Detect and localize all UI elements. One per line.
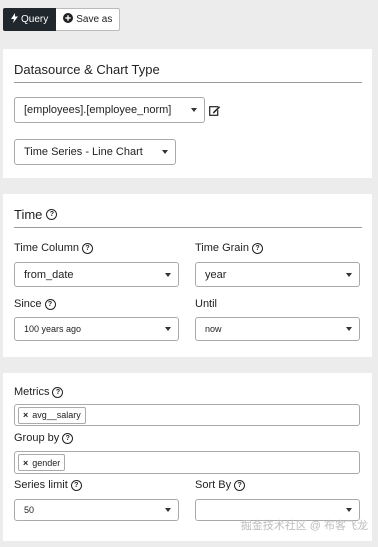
sort-by-label: Sort By ? — [195, 479, 246, 491]
metric-tag: × avg__salary — [18, 406, 86, 424]
until-select-value: now — [205, 324, 222, 334]
caret-down-icon — [162, 150, 168, 154]
series-limit-select[interactable]: 50 — [14, 499, 179, 521]
edit-icon[interactable] — [209, 103, 221, 121]
toolbar: Query Save as — [3, 8, 121, 31]
x-icon[interactable]: × — [23, 410, 28, 420]
plus-circle-icon — [63, 13, 74, 26]
group-by-tag: × gender — [18, 454, 66, 471]
series-limit-label: Series limit ? — [14, 479, 82, 491]
datasource-select[interactable]: [employees].[employee_norm] — [14, 97, 205, 123]
series-limit-label-text: Series limit — [14, 479, 68, 491]
watermark: 掘金技术社区 @ 布客飞龙 — [240, 520, 368, 532]
until-select[interactable]: now — [195, 317, 360, 341]
time-grain-select-value: year — [205, 268, 227, 281]
panel-title: Datasource & Chart Type — [14, 62, 160, 77]
help-icon[interactable]: ? — [44, 298, 56, 310]
group-by-multiselect[interactable]: × gender — [14, 451, 360, 474]
caret-down-icon — [165, 327, 171, 331]
time-grain-select[interactable]: year — [195, 262, 360, 287]
since-label: Since ? — [14, 298, 56, 310]
datasource-panel-title: Datasource & Chart Type — [14, 62, 160, 77]
chart-type-select-value: Time Series - Line Chart — [24, 146, 143, 158]
help-icon[interactable]: ? — [52, 386, 64, 398]
panel-title: Time ? — [14, 207, 58, 222]
caret-down-icon — [165, 272, 171, 277]
help-icon[interactable]: ? — [234, 479, 246, 491]
time-column-select-value: from_date — [24, 268, 74, 281]
datasource-panel: Datasource & Chart Type [employees].[emp… — [3, 49, 372, 178]
bolt-icon — [11, 13, 18, 26]
panel-divider — [14, 82, 362, 83]
help-icon[interactable]: ? — [252, 242, 263, 254]
help-icon[interactable]: ? — [46, 209, 58, 220]
metrics-multiselect[interactable]: × avg__salary — [14, 404, 360, 426]
group-by-label-text: Group by — [14, 432, 60, 444]
help-icon[interactable]: ? — [70, 479, 82, 491]
since-select[interactable]: 100 years ago — [14, 317, 179, 341]
caret-down-icon — [165, 508, 171, 512]
x-icon[interactable]: × — [23, 458, 28, 468]
query-button-label: Query — [21, 14, 49, 25]
caret-down-icon — [346, 327, 352, 331]
caret-down-icon — [191, 108, 197, 112]
caret-down-icon — [346, 272, 352, 277]
time-column-select[interactable]: from_date — [14, 262, 179, 287]
save-as-button[interactable]: Save as — [56, 8, 121, 31]
group-by-label: Group by ? — [14, 432, 74, 444]
save-as-button-label: Save as — [76, 14, 113, 25]
caret-down-icon — [346, 508, 352, 512]
metrics-label: Metrics ? — [14, 386, 64, 398]
sort-by-label-text: Sort By — [195, 479, 232, 491]
time-grain-label: Time Grain ? — [195, 242, 263, 254]
query-button[interactable]: Query — [3, 8, 57, 31]
help-icon[interactable]: ? — [82, 242, 93, 254]
metrics-label-text: Metrics — [14, 386, 50, 398]
time-column-label: Time Column ? — [14, 242, 93, 254]
time-column-label-text: Time Column — [14, 242, 79, 254]
until-label: Until — [195, 298, 217, 310]
query-panel: Metrics ? × avg__salary Group by ? × gen… — [3, 373, 372, 541]
time-grain-label-text: Time Grain — [195, 242, 249, 254]
chart-type-select[interactable]: Time Series - Line Chart — [14, 139, 176, 165]
group-by-tag-label: gender — [32, 457, 61, 468]
help-icon[interactable]: ? — [62, 432, 74, 444]
since-label-text: Since — [14, 298, 42, 310]
metric-tag-label: avg__salary — [32, 410, 81, 420]
since-select-value: 100 years ago — [24, 324, 82, 334]
datasource-select-value: [employees].[employee_norm] — [24, 104, 172, 116]
panel-divider — [14, 227, 362, 228]
until-label-text: Until — [195, 298, 218, 310]
time-panel: Time ? Time Column ? from_date Time Grai… — [3, 194, 372, 357]
series-limit-select-value: 50 — [24, 505, 35, 515]
time-panel-title: Time — [14, 207, 43, 222]
